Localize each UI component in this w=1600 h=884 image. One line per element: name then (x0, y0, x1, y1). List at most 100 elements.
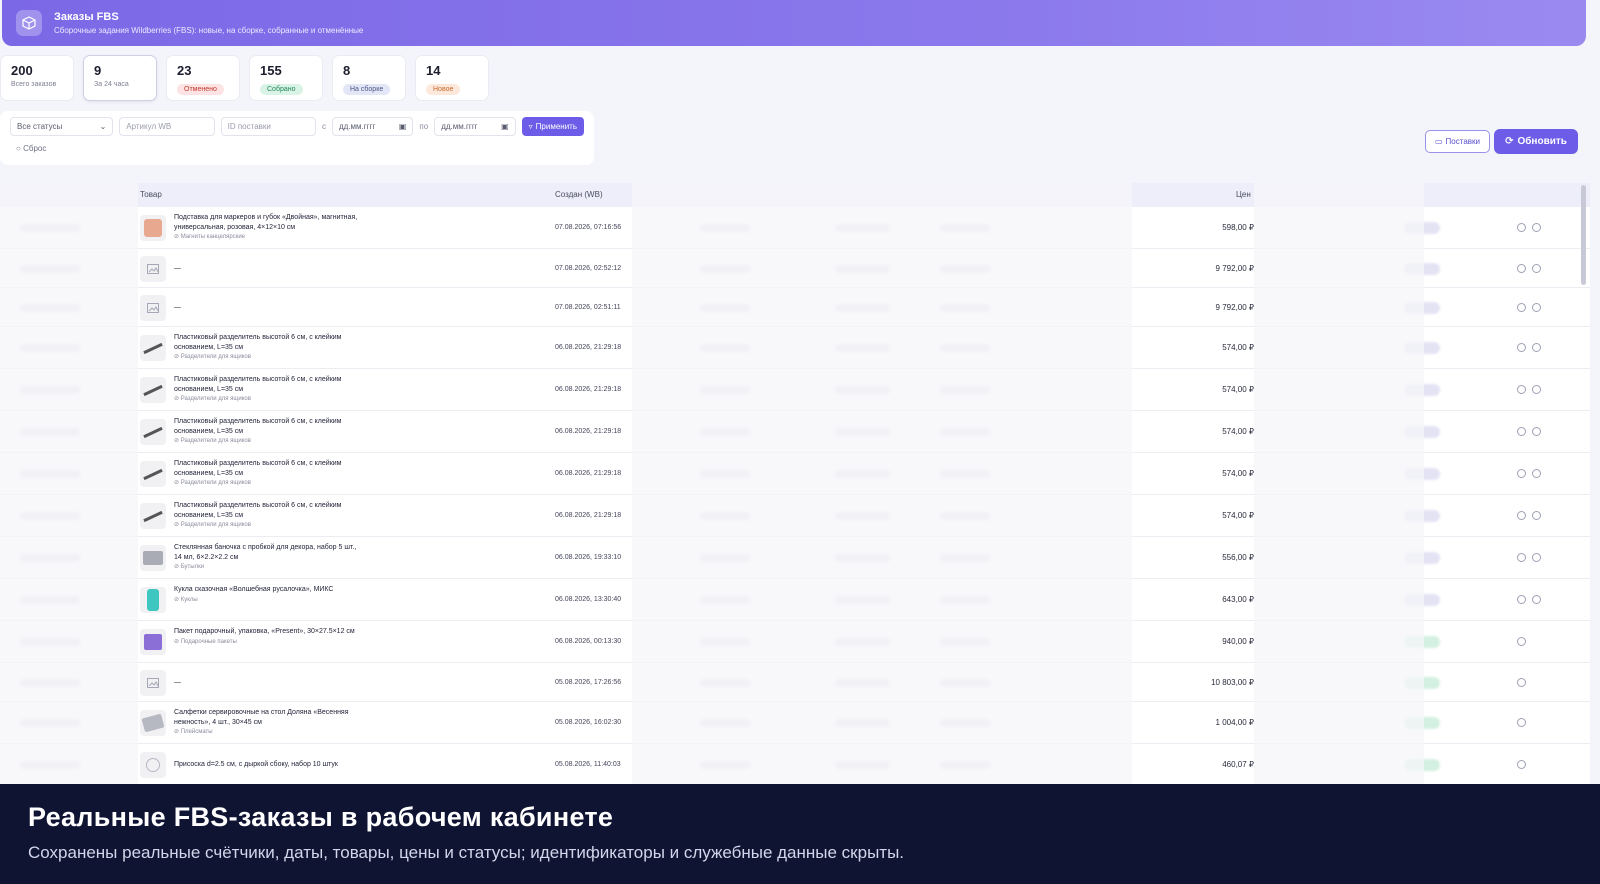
history-icon[interactable] (1517, 637, 1526, 646)
product-name[interactable]: Подставка для маркеров и губок «Двойная»… (174, 213, 364, 243)
stat-value: 9 (94, 63, 102, 78)
product-name[interactable]: Пластиковый разделитель высотой 6 см, с … (174, 501, 364, 531)
order-price: 574,00 ₽ (1222, 343, 1254, 352)
product-name[interactable]: — (174, 303, 364, 313)
product-title: Пластиковый разделитель высотой 6 см, с … (174, 334, 342, 351)
order-price: 574,00 ₽ (1222, 511, 1254, 520)
cancel-icon[interactable] (1532, 469, 1541, 478)
history-icon[interactable] (1517, 427, 1526, 436)
reset-icon: ○ (16, 144, 21, 153)
hidden-supply-column (1254, 183, 1424, 784)
caption-title: Реальные FBS-заказы в рабочем кабинете (28, 802, 614, 832)
cancel-icon[interactable] (1532, 511, 1541, 520)
cancel-icon[interactable] (1532, 343, 1541, 352)
product-title: Салфетки сервировочные на стол Доляна «В… (174, 709, 349, 726)
calendar-icon: ▣ (398, 122, 407, 131)
product-title: — (174, 265, 181, 272)
stat-value: 23 (177, 63, 192, 78)
stat-card-total[interactable]: 200 Всего заказов (0, 55, 74, 101)
stat-card-cancelled[interactable]: 23 Отменено (166, 55, 240, 101)
column-product[interactable]: Товар (140, 190, 162, 199)
article-input[interactable]: Артикул WB (119, 117, 215, 136)
chevron-down-icon: ⌄ (99, 122, 107, 131)
product-name[interactable]: Пакет подарочный, упаковка, «Present», 3… (174, 627, 364, 647)
product-name[interactable]: Салфетки сервировочные на стол Доляна «В… (174, 708, 364, 738)
history-icon[interactable] (1517, 678, 1526, 687)
product-title: — (174, 679, 181, 686)
product-name[interactable]: Присоска d=2.5 см, с дыркой сбоку, набор… (174, 760, 364, 770)
cancel-icon[interactable] (1532, 553, 1541, 562)
history-icon[interactable] (1517, 595, 1526, 604)
history-icon[interactable] (1517, 511, 1526, 520)
history-icon[interactable] (1517, 553, 1526, 562)
created-date: 06.08.2026, 13:30:40 (555, 596, 622, 603)
product-category-label: Разделители для ящиков (180, 480, 251, 486)
stat-card-assembled[interactable]: 155 Собрано (249, 55, 323, 101)
history-icon[interactable] (1517, 718, 1526, 727)
tag-icon: ⊘ (174, 480, 181, 486)
stat-card-new[interactable]: 14 Новое (415, 55, 489, 101)
product-name[interactable]: — (174, 678, 364, 688)
stat-label: Всего заказов (11, 81, 57, 88)
box-icon (16, 10, 42, 36)
product-title: Пакет подарочный, упаковка, «Present», 3… (174, 628, 355, 635)
product-name[interactable]: Стеклянная баночка с пробкой для декора,… (174, 543, 364, 573)
order-price: 643,00 ₽ (1222, 595, 1254, 604)
status-badge: Собрано (260, 84, 303, 95)
cancel-icon[interactable] (1532, 427, 1541, 436)
supply-id-input[interactable]: ID поставки (220, 117, 316, 136)
order-price: 9 792,00 ₽ (1215, 264, 1254, 273)
apply-button[interactable]: ▿ Применить (521, 117, 585, 136)
product-name[interactable]: Кукла сказочная «Волшебная русалочка», М… (174, 585, 364, 605)
stat-card-assembling[interactable]: 8 На сборке (332, 55, 406, 101)
history-icon[interactable] (1517, 385, 1526, 394)
product-name[interactable]: Пластиковый разделитель высотой 6 см, с … (174, 375, 364, 405)
cancel-icon[interactable] (1532, 595, 1541, 604)
page-subtitle: Сборочные задания Wildberries (FBS): нов… (54, 26, 364, 35)
cancel-icon[interactable] (1532, 264, 1541, 273)
product-category-label: Разделители для ящиков (180, 354, 251, 360)
history-icon[interactable] (1517, 264, 1526, 273)
status-badge: Отменено (177, 84, 224, 95)
reset-button[interactable]: ○ Сброс (16, 144, 584, 153)
history-icon[interactable] (1517, 469, 1526, 478)
cancel-icon[interactable] (1532, 303, 1541, 312)
product-name[interactable]: — (174, 264, 364, 274)
product-title: Стеклянная баночка с пробкой для декора,… (174, 544, 357, 561)
status-select[interactable]: Все статусы ⌄ (10, 117, 114, 136)
refresh-button[interactable]: ⟳ Обновить (1494, 129, 1578, 154)
created-date: 07.08.2026, 02:51:11 (555, 304, 621, 311)
order-price: 1 004,00 ₽ (1215, 718, 1254, 727)
product-title: Пластиковый разделитель высотой 6 см, с … (174, 460, 342, 477)
product-title: Присоска d=2.5 см, с дыркой сбоку, набор… (174, 761, 338, 768)
product-name[interactable]: Пластиковый разделитель высотой 6 см, с … (174, 333, 364, 363)
caption-banner: Реальные FBS-заказы в рабочем кабинете С… (0, 784, 1600, 884)
stat-value: 200 (11, 63, 33, 78)
created-date: 06.08.2026, 21:29:18 (555, 470, 622, 477)
product-thumbnail (140, 545, 166, 571)
column-price[interactable]: Цен (1236, 190, 1251, 199)
product-thumbnail (140, 295, 166, 321)
created-date: 05.08.2026, 17:26:56 (555, 679, 622, 686)
date-to-input[interactable]: дд.мм.гггг ▣ (434, 117, 516, 136)
history-icon[interactable] (1517, 303, 1526, 312)
cancel-icon[interactable] (1532, 223, 1541, 232)
supplies-button[interactable]: ▭ Поставки (1425, 130, 1490, 153)
table-scrollbar[interactable] (1581, 185, 1586, 285)
product-title: Пластиковый разделитель высотой 6 см, с … (174, 418, 342, 435)
stat-card-24h[interactable]: 9 За 24 часа (83, 55, 157, 101)
column-created[interactable]: Создан (WB) (555, 190, 603, 199)
tag-icon: ⊘ (174, 564, 181, 570)
history-icon[interactable] (1517, 760, 1526, 769)
product-category: ⊘ Плейсматы (174, 728, 364, 738)
history-icon[interactable] (1517, 343, 1526, 352)
product-name[interactable]: Пластиковый разделитель высотой 6 см, с … (174, 459, 364, 489)
apply-button-label: Применить (535, 122, 578, 131)
date-to-value: дд.мм.гггг (441, 122, 478, 131)
product-category-label: Бутылки (180, 564, 205, 570)
history-icon[interactable] (1517, 223, 1526, 232)
date-from-input[interactable]: дд.мм.гггг ▣ (331, 117, 414, 136)
cancel-icon[interactable] (1532, 385, 1541, 394)
date-from-label: с (321, 122, 326, 131)
product-name[interactable]: Пластиковый разделитель высотой 6 см, с … (174, 417, 364, 447)
